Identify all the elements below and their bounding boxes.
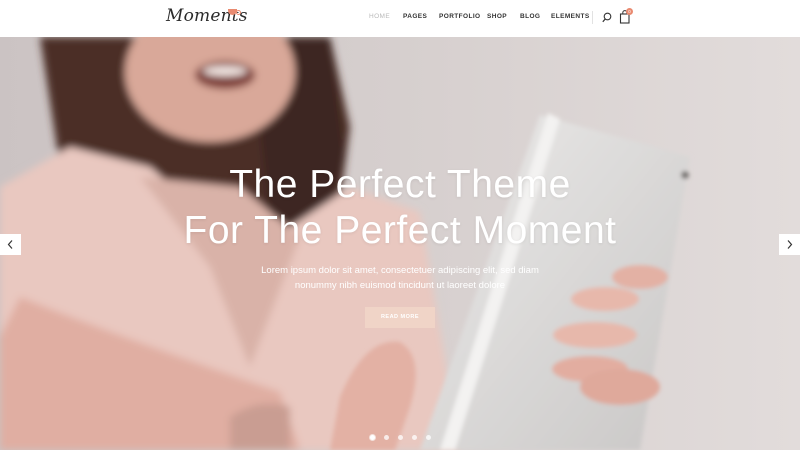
hero-subtitle-line2: nonummy nibh euismod tincidunt ut laoree… <box>294 280 506 291</box>
chevron-left-icon <box>7 240 13 249</box>
slider-dot[interactable] <box>426 435 431 440</box>
slider-next-button[interactable] <box>779 234 800 255</box>
nav-elements[interactable]: ELEMENTS <box>551 13 590 20</box>
nav-pages[interactable]: PAGES <box>403 13 427 20</box>
slider-dot[interactable] <box>412 435 417 440</box>
hero-subtitle-line1: Lorem ipsum dolor sit amet, consectetuer… <box>261 265 539 276</box>
slider-pagination <box>370 435 432 441</box>
nav-shop[interactable]: SHOP <box>487 13 507 20</box>
slider-dot[interactable] <box>370 435 375 440</box>
slider-dot[interactable] <box>384 435 389 440</box>
coffee-cup-icon <box>228 9 241 15</box>
nav-portfolio[interactable]: PORTFOLIO <box>439 13 481 20</box>
nav-home[interactable]: HOME <box>369 13 390 20</box>
slider-prev-button[interactable] <box>0 234 21 255</box>
read-more-button[interactable]: READ MORE <box>365 307 435 328</box>
nav-divider <box>592 11 593 24</box>
hero-title-line2: For The Perfect Moment <box>183 209 617 252</box>
search-icon[interactable] <box>602 12 612 23</box>
hero-title-line1: The Perfect Theme <box>229 163 571 206</box>
cart-count-badge: 0 <box>626 8 633 15</box>
site-header: Moments HOME PAGES PORTFOLIO SHOP BLOG E… <box>0 0 800 37</box>
hero-slider: The Perfect Theme For The Perfect Moment… <box>0 37 800 450</box>
nav-blog[interactable]: BLOG <box>520 13 540 20</box>
slider-dot[interactable] <box>398 435 403 440</box>
chevron-right-icon <box>787 240 793 249</box>
